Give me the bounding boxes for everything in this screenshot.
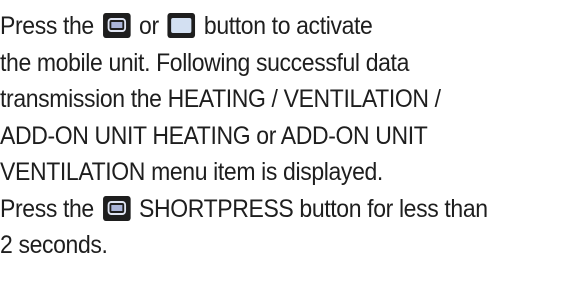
instruction-line-6: Press the SHORTPRESS button for less tha… (0, 191, 527, 228)
instruction-line-4: ADD-ON UNIT HEATING or ADD-ON UNIT (0, 121, 428, 150)
instruction-line-2: the mobile unit. Following successful da… (0, 48, 409, 77)
instruction-line-1: Press the or button to activate (0, 8, 527, 45)
instruction-line-5: VENTILATION menu item is displayed. (0, 158, 383, 186)
shortpress-button-icon (102, 195, 131, 221)
line1-prefix: Press the (0, 12, 94, 40)
line1-suffix: button to activate (203, 12, 373, 40)
shortpress-button-icon (102, 13, 131, 38)
instruction-page: Press the or button to activate the mobi… (0, 0, 573, 300)
line1-connector: or (139, 12, 159, 40)
longpress-button-icon (167, 13, 196, 38)
line6-suffix: SHORTPRESS button for less than (139, 194, 488, 223)
instruction-line-3: transmission the HEATING / VENTILATION / (0, 85, 441, 113)
line6-prefix: Press the (0, 194, 94, 223)
instruction-line-7: 2 seconds. (0, 231, 108, 259)
instruction-text: Press the or button to activate the mobi… (0, 8, 527, 264)
